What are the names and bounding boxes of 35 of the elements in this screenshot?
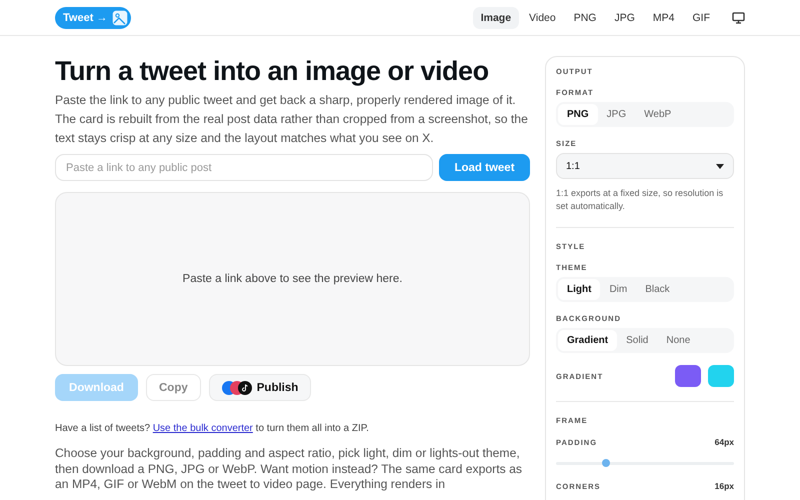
picture-icon <box>111 8 130 26</box>
page-title: Turn a tweet into an image or video <box>55 56 490 87</box>
bulk-note: Have a list of tweets? Use the bulk converter to turn them all into a ZIP. <box>55 423 370 434</box>
caret-icon <box>716 164 724 168</box>
publish-button[interactable]: Publish <box>208 374 312 401</box>
nav-link[interactable]: MP4 <box>644 6 682 28</box>
nav-link[interactable]: JPG <box>606 6 643 28</box>
size-hint: 1:1 exports at a fixed size, so resolution is set automatically. <box>556 187 724 213</box>
background-option[interactable]: Solid <box>617 330 658 351</box>
nav-link[interactable]: GIF <box>684 6 718 28</box>
music-note-icon <box>238 380 252 394</box>
copy-button[interactable]: Copy <box>146 374 201 401</box>
format-option[interactable]: WebP <box>635 104 680 125</box>
nav-link[interactable]: Video <box>521 6 564 28</box>
url-input[interactable]: Paste a link to any public post <box>55 154 433 181</box>
padding-value: 64px <box>714 437 734 447</box>
slider-thumb[interactable] <box>602 459 610 467</box>
theme-option[interactable]: Black <box>636 279 679 300</box>
theme-option[interactable]: Dim <box>600 279 636 300</box>
preview-hint: Paste a link above to see the preview here. <box>182 273 402 285</box>
size-select[interactable]: 1:1 <box>556 153 734 179</box>
corners-value: 16px <box>714 481 734 491</box>
background-option[interactable]: None <box>657 330 700 351</box>
color-swatch[interactable] <box>708 365 734 387</box>
format-option[interactable]: JPG <box>598 104 636 125</box>
background-option[interactable]: Gradient <box>558 330 618 351</box>
bulk-converter-link[interactable]: Use the bulk converter <box>152 423 253 434</box>
color-swatch[interactable] <box>675 365 701 387</box>
monitor-icon[interactable] <box>732 12 745 24</box>
nav-link[interactable]: PNG <box>566 6 604 28</box>
theme-option[interactable]: Light <box>558 279 600 300</box>
nav-link[interactable]: Image <box>472 6 520 28</box>
intro-text: Paste the link to any public tweet and get back a sharp, properly rendered image of it. The card is rebuilt from the real post data rather than cropped from a screenshot, so the text stays crisp at any size and the layout matches what you see on X. <box>55 92 529 147</box>
description-text: Choose your background, padding and aspect ratio, pick light, dim or lights-out theme, then download a PNG, JPG or WebP. Want motion instead? The same card exports as an MP4, GIF or WebM on the tweet to video page. Everything renders in <box>55 446 523 492</box>
format-option[interactable]: PNG <box>558 104 598 125</box>
